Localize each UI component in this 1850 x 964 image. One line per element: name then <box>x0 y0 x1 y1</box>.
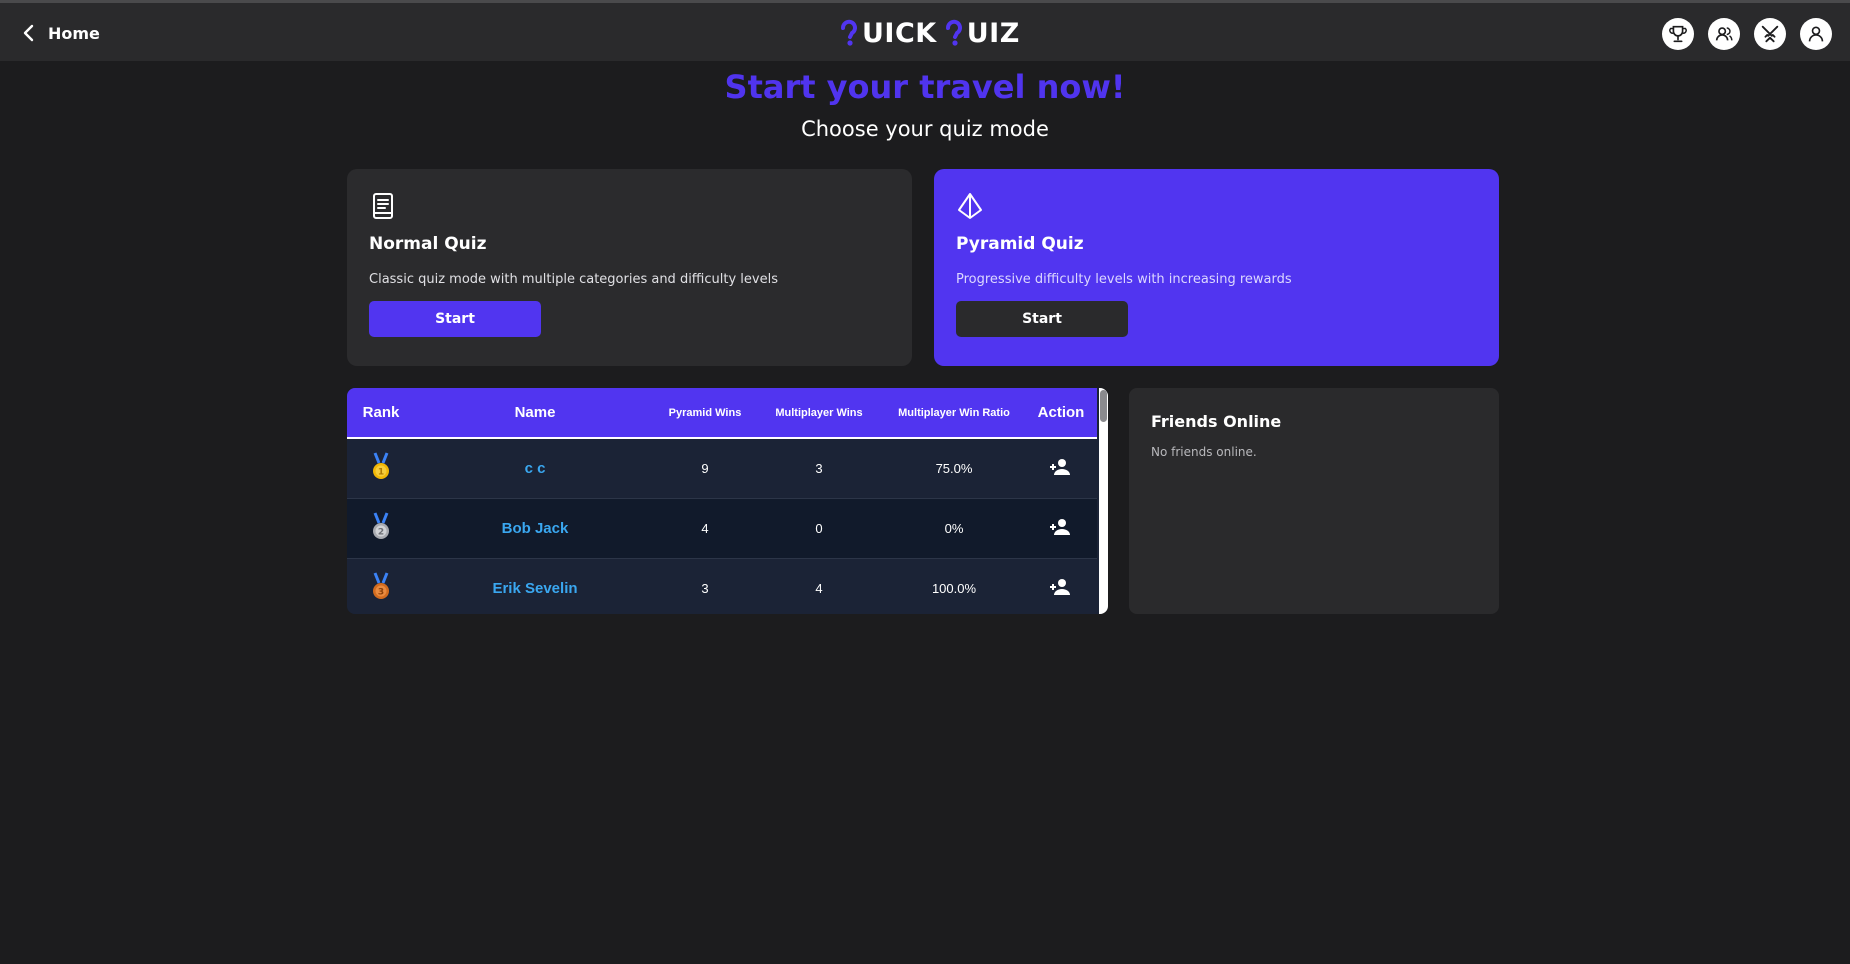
friends-icon <box>1715 27 1733 41</box>
logo-text-part-1: UICK <box>862 17 937 49</box>
header-name: Name <box>415 388 655 439</box>
add-friend-icon[interactable] <box>1050 458 1072 476</box>
friends-empty-message: No friends online. <box>1151 445 1257 459</box>
table-row: 1 c c 9 3 75.0% <box>347 438 1097 499</box>
win-ratio-cell: 0% <box>883 498 1025 559</box>
player-name-link[interactable]: Bob Jack <box>415 498 655 559</box>
action-cell <box>1025 498 1097 559</box>
rank-cell: 2 <box>347 498 415 559</box>
logo-q-icon <box>841 19 857 46</box>
add-friend-icon[interactable] <box>1050 518 1072 536</box>
app-logo[interactable]: UICK UIZ <box>838 17 1020 49</box>
leaderboard-header-row: Rank Name Pyramid Wins Multiplayer Wins … <box>347 388 1097 439</box>
trophy-icon <box>1669 25 1687 43</box>
win-ratio-cell: 75.0% <box>883 438 1025 499</box>
friends-button[interactable] <box>1708 18 1740 50</box>
leaderboard-table: Rank Name Pyramid Wins Multiplayer Wins … <box>347 388 1097 614</box>
logo-q-icon <box>945 19 962 46</box>
normal-quiz-title: Normal Quiz <box>369 234 487 254</box>
rank-cell: 3 <box>347 558 415 614</box>
profile-button[interactable] <box>1800 18 1832 50</box>
action-cell <box>1025 438 1097 499</box>
normal-quiz-start-button[interactable]: Start <box>369 301 541 337</box>
home-back-link[interactable]: Home <box>22 20 100 46</box>
table-row: 3 Erik Sevelin 3 4 100.0% <box>347 558 1097 614</box>
multiplayer-wins-cell: 3 <box>755 438 883 499</box>
bronze-medal-icon: 3 <box>373 571 389 599</box>
win-ratio-cell: 100.0% <box>883 558 1025 614</box>
header-win-ratio: Multiplayer Win Ratio <box>883 388 1025 439</box>
top-navbar: Home UICK UIZ <box>0 0 1850 61</box>
pyramid-quiz-start-button[interactable]: Start <box>956 301 1128 337</box>
leaderboard-scroll-thumb[interactable] <box>1100 390 1107 422</box>
book-icon <box>373 193 393 219</box>
svg-text:1: 1 <box>378 467 384 477</box>
normal-quiz-description: Classic quiz mode with multiple categori… <box>369 272 778 287</box>
multiplayer-wins-cell: 4 <box>755 558 883 614</box>
player-name-link[interactable]: c c <box>415 438 655 499</box>
pyramid-wins-cell: 3 <box>655 558 755 614</box>
chevron-left-icon <box>23 24 34 42</box>
player-name-link[interactable]: Erik Sevelin <box>415 558 655 614</box>
friends-online-panel: Friends Online No friends online. <box>1129 388 1499 614</box>
header-pyramid-wins: Pyramid Wins <box>655 388 755 439</box>
multiplayer-wins-cell: 0 <box>755 498 883 559</box>
home-label: Home <box>48 23 100 43</box>
leaderboard-table-container[interactable]: Rank Name Pyramid Wins Multiplayer Wins … <box>347 388 1108 614</box>
header-action: Action <box>1025 388 1097 439</box>
pyramid-quiz-description: Progressive difficulty levels with incre… <box>956 272 1292 287</box>
action-cell <box>1025 558 1097 614</box>
profile-icon <box>1808 26 1824 42</box>
page-subtitle: Choose your quiz mode <box>801 117 1049 141</box>
svg-text:3: 3 <box>378 587 384 597</box>
pyramid-wins-cell: 4 <box>655 498 755 559</box>
svg-text:2: 2 <box>378 527 384 537</box>
table-row: 2 Bob Jack 4 0 0% <box>347 498 1097 559</box>
gold-medal-icon: 1 <box>373 452 389 479</box>
leaderboard-button[interactable] <box>1662 18 1694 50</box>
top-icon-group <box>1662 18 1832 50</box>
battle-button[interactable] <box>1754 18 1786 50</box>
silver-medal-icon: 2 <box>373 511 389 539</box>
pyramid-quiz-title: Pyramid Quiz <box>956 234 1084 254</box>
battle-swords-icon <box>1761 25 1779 43</box>
header-multiplayer-wins: Multiplayer Wins <box>755 388 883 439</box>
normal-quiz-card: Normal Quiz Classic quiz mode with multi… <box>347 169 912 366</box>
add-friend-icon[interactable] <box>1050 578 1072 596</box>
pyramid-wins-cell: 9 <box>655 438 755 499</box>
header-rank: Rank <box>347 388 415 439</box>
pyramid-icon <box>958 193 982 219</box>
pyramid-quiz-card: Pyramid Quiz Progressive difficulty leve… <box>934 169 1499 366</box>
friends-online-title: Friends Online <box>1151 412 1282 431</box>
rank-cell: 1 <box>347 438 415 499</box>
page-title: Start your travel now! <box>724 68 1126 106</box>
logo-text-part-2: UIZ <box>966 17 1020 49</box>
